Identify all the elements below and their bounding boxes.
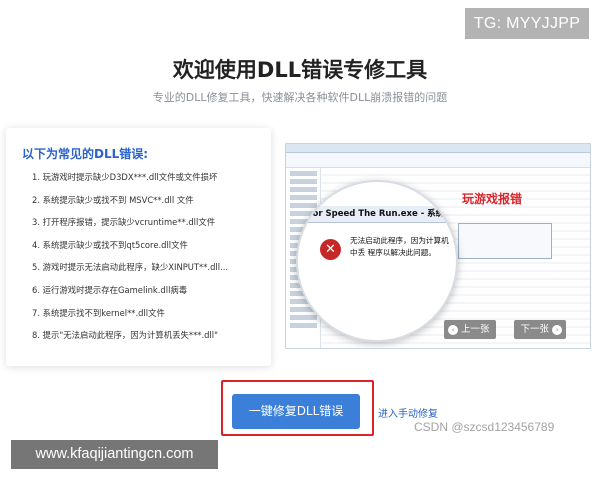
dialog-title: d For Speed The Run.exe - 系统错误 — [298, 206, 456, 223]
next-image-button[interactable]: 下一张 › — [514, 320, 566, 339]
previous-label: 上一张 — [461, 324, 490, 335]
previous-image-button[interactable]: ‹ 上一张 — [444, 320, 496, 339]
one-click-fix-button[interactable]: 一键修复DLL错误 — [232, 394, 360, 429]
tg-watermark-badge: TG: MYYJJPP — [465, 8, 589, 39]
list-item: 2. 系统提示缺少或找不到 MSVC**.dll 文件 — [32, 194, 194, 205]
screenshot-caption: 玩游戏报错 — [462, 192, 523, 206]
csdn-watermark: CSDN @szcsd123456789 — [414, 420, 555, 434]
list-item: 4. 系统提示缺少或找不到qt5core.dll文件 — [32, 239, 188, 250]
error-example-screenshot: d For Speed The Run.exe - 系统错误 ✕ 无法启动此程序… — [285, 143, 591, 349]
error-x-icon: ✕ — [320, 239, 341, 260]
site-watermark: www.kfaqijiantingcn.com — [11, 440, 218, 469]
page-subtitle: 专业的DLL修复工具，快速解决各种软件DLL崩溃报错的问题 — [152, 91, 448, 104]
list-item: 3. 打开程序报错，提示缺少vcruntime**.dll文件 — [32, 217, 216, 228]
list-item: 5. 游戏时提示无法启动此程序，缺少XINPUT**.dll... — [32, 262, 229, 273]
list-item: 7. 系统提示找不到kernel**.dll文件 — [32, 307, 165, 318]
error-list: 1. 玩游戏时提示缺少D3DX***.dll文件或文件损坏 2. 系统提示缺少或… — [32, 171, 228, 352]
list-item: 1. 玩游戏时提示缺少D3DX***.dll文件或文件损坏 — [32, 172, 218, 182]
list-item: 6. 运行游戏时提示存在Gamelink.dll病毒 — [32, 284, 188, 295]
list-item: 8. 提示"无法启动此程序，因为计算机丢失***.dll" — [32, 330, 218, 341]
panel-heading: 以下为常见的DLL错误: — [22, 147, 149, 161]
explorer-ribbon — [286, 153, 590, 168]
explorer-titlebar — [286, 144, 590, 153]
manual-repair-link[interactable]: 进入手动修复 — [378, 405, 438, 420]
chevron-left-icon: ‹ — [448, 324, 458, 335]
page-title: 欢迎使用DLL错误专修工具 — [172, 58, 428, 82]
common-errors-panel: 以下为常见的DLL错误: 1. 玩游戏时提示缺少D3DX***.dll文件或文件… — [6, 128, 271, 366]
chevron-right-icon: › — [552, 324, 562, 335]
next-label: 下一张 — [520, 324, 549, 335]
background-dialog — [458, 223, 552, 259]
zoomed-error-dialog: d For Speed The Run.exe - 系统错误 ✕ 无法启动此程序… — [296, 180, 458, 342]
dialog-message: 无法启动此程序，因为计算机中丢 程序以解决此问题。 — [350, 236, 449, 257]
